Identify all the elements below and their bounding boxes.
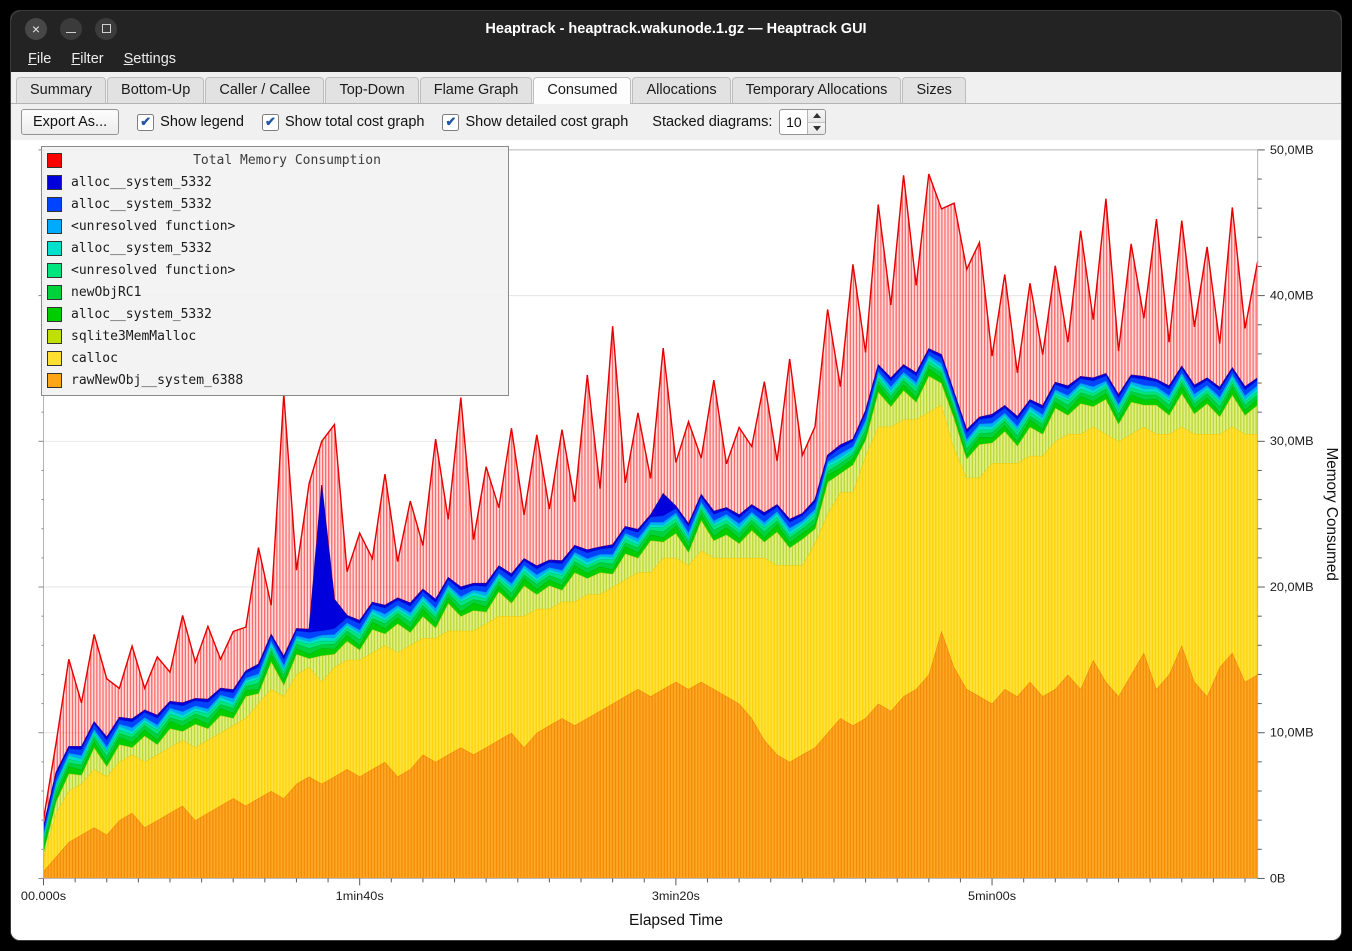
svg-text:0B: 0B xyxy=(1270,872,1286,886)
x-axis-title: Elapsed Time xyxy=(13,912,1339,940)
maximize-button[interactable] xyxy=(95,18,117,40)
legend-color-swatch xyxy=(47,263,62,278)
checkbox-show-detailed-cost-graph[interactable]: ✔ Show detailed cost graph xyxy=(442,114,628,131)
menu-settings[interactable]: Settings xyxy=(115,49,185,69)
svg-text:3min20s: 3min20s xyxy=(652,889,700,903)
spin-up-button[interactable] xyxy=(808,110,825,123)
window-title: Heaptrack - heaptrack.wakunode.1.gz — He… xyxy=(11,21,1341,37)
legend-row: alloc__system_5332 xyxy=(47,193,503,215)
legend-row: <unresolved function> xyxy=(47,215,503,237)
legend-title: Total Memory Consumption xyxy=(71,153,503,168)
legend-row: <unresolved function> xyxy=(47,259,503,281)
legend-total-swatch xyxy=(47,153,62,168)
tab-temporary-allocations[interactable]: Temporary Allocations xyxy=(732,77,902,103)
tab-top-down[interactable]: Top-Down xyxy=(325,77,418,103)
checkbox-check-icon: ✔ xyxy=(442,114,459,131)
spinner-buttons xyxy=(807,110,825,134)
y-axis-title: Memory Consumed xyxy=(1323,447,1339,580)
tab-flame-graph[interactable]: Flame Graph xyxy=(420,77,533,103)
legend-color-swatch xyxy=(47,197,62,212)
legend-series-label: alloc__system_5332 xyxy=(71,307,212,322)
legend-color-swatch xyxy=(47,307,62,322)
legend-color-swatch xyxy=(47,175,62,190)
legend-color-swatch xyxy=(47,241,62,256)
svg-text:10,0MB: 10,0MB xyxy=(1270,726,1314,740)
legend-series-label: calloc xyxy=(71,351,118,366)
minimize-icon xyxy=(66,31,76,33)
legend-row: alloc__system_5332 xyxy=(47,171,503,193)
close-button[interactable]: × xyxy=(25,18,47,40)
menu-filter[interactable]: Filter xyxy=(62,49,112,69)
svg-text:40,0MB: 40,0MB xyxy=(1270,289,1314,303)
stacked-diagrams-label: Stacked diagrams: xyxy=(652,114,772,130)
spin-down-icon xyxy=(813,126,821,131)
legend-series-label: <unresolved function> xyxy=(71,219,235,234)
legend-row: alloc__system_5332 xyxy=(47,303,503,325)
svg-text:50,0MB: 50,0MB xyxy=(1270,143,1314,157)
legend-series-label: alloc__system_5332 xyxy=(71,197,212,212)
legend-row: calloc xyxy=(47,347,503,369)
svg-text:30,0MB: 30,0MB xyxy=(1270,434,1314,448)
tab-allocations[interactable]: Allocations xyxy=(632,77,730,103)
stacked-diagrams-value: 10 xyxy=(780,110,807,134)
checkbox-check-icon: ✔ xyxy=(137,114,154,131)
tab-bar: SummaryBottom-UpCaller / CalleeTop-DownF… xyxy=(11,72,1341,104)
legend-series-label: <unresolved function> xyxy=(71,263,235,278)
titlebar: × Heaptrack - heaptrack.wakunode.1.gz — … xyxy=(11,11,1341,46)
tab-sizes[interactable]: Sizes xyxy=(902,77,965,103)
checkbox-group: ✔ Show legend ✔ Show total cost graph ✔ Show … xyxy=(137,114,628,131)
legend-color-swatch xyxy=(47,329,62,344)
legend-color-swatch xyxy=(47,285,62,300)
tab-bottom-up[interactable]: Bottom-Up xyxy=(107,77,204,103)
legend-color-swatch xyxy=(47,351,62,366)
legend-row: rawNewObj__system_6388 xyxy=(47,369,503,391)
svg-text:1min40s: 1min40s xyxy=(336,889,384,903)
close-icon: × xyxy=(32,22,40,36)
minimize-button[interactable] xyxy=(60,18,82,40)
tab-consumed[interactable]: Consumed xyxy=(533,77,631,104)
window-controls: × xyxy=(25,11,117,46)
menu-file[interactable]: File xyxy=(19,49,60,69)
checkbox-check-icon: ✔ xyxy=(262,114,279,131)
svg-text:00.000s: 00.000s xyxy=(21,889,66,903)
legend-row: newObjRC1 xyxy=(47,281,503,303)
spin-down-button[interactable] xyxy=(808,123,825,135)
legend-title-row: Total Memory Consumption xyxy=(47,149,503,171)
menu-bar: FileFilterSettings xyxy=(11,46,1341,72)
export-as-button[interactable]: Export As... xyxy=(21,109,119,135)
legend-series-label: rawNewObj__system_6388 xyxy=(71,373,243,388)
legend-series-label: alloc__system_5332 xyxy=(71,175,212,190)
svg-text:20,0MB: 20,0MB xyxy=(1270,580,1314,594)
checkbox-label: Show legend xyxy=(160,114,244,130)
stacked-diagrams-spinbox[interactable]: 10 xyxy=(779,109,826,135)
chart-area: 00.000s 1min40s 3min20s 5min00s 0B 10,0MB 20,0… xyxy=(11,140,1341,940)
checkbox-label: Show detailed cost graph xyxy=(465,114,628,130)
svg-text:5min00s: 5min00s xyxy=(968,889,1016,903)
legend-series-label: alloc__system_5332 xyxy=(71,241,212,256)
spin-up-icon xyxy=(813,113,821,118)
maximize-icon xyxy=(102,24,111,33)
legend-series-label: sqlite3MemMalloc xyxy=(71,329,196,344)
checkbox-show-total-cost-graph[interactable]: ✔ Show total cost graph xyxy=(262,114,424,131)
legend-row: alloc__system_5332 xyxy=(47,237,503,259)
legend-series-label: newObjRC1 xyxy=(71,285,141,300)
app-window: × Heaptrack - heaptrack.wakunode.1.gz — … xyxy=(10,10,1342,941)
tab-caller-callee[interactable]: Caller / Callee xyxy=(205,77,324,103)
chart-legend: Total Memory Consumption alloc__system_53… xyxy=(41,146,509,396)
legend-row: sqlite3MemMalloc xyxy=(47,325,503,347)
stacked-diagrams-group: Stacked diagrams: 10 xyxy=(652,109,826,135)
tab-summary[interactable]: Summary xyxy=(16,77,106,103)
legend-color-swatch xyxy=(47,373,62,388)
checkbox-label: Show total cost graph xyxy=(285,114,424,130)
checkbox-show-legend[interactable]: ✔ Show legend xyxy=(137,114,244,131)
toolbar: Export As... ✔ Show legend ✔ Show total cos… xyxy=(11,104,1341,140)
legend-color-swatch xyxy=(47,219,62,234)
